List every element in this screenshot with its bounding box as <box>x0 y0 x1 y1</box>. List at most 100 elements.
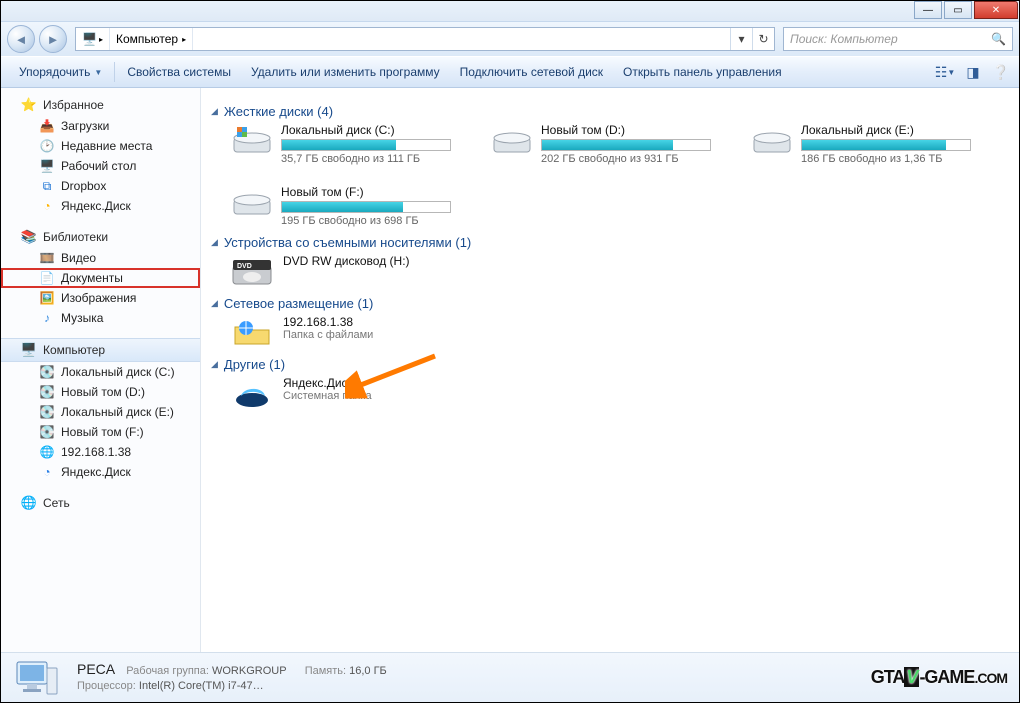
help-button[interactable]: ❔ <box>991 62 1011 82</box>
sidebar-item-drive-d[interactable]: 💽Новый том (D:) <box>1 382 200 402</box>
drive-free: 35,7 ГБ свободно из 111 ГБ <box>281 153 471 165</box>
content-pane[interactable]: ◢Жесткие диски (4) Локальный диск (C:)35… <box>201 88 1019 652</box>
network-location[interactable]: 192.168.1.38Папка с файлами <box>211 315 1003 349</box>
drive-icon: 💽 <box>39 364 55 380</box>
yandexdisk-icon: ◔ <box>39 198 55 214</box>
hard-drive-icon <box>231 185 273 219</box>
yadisk-sub: Системная папка <box>283 390 372 402</box>
star-icon: ⭐ <box>21 97 37 113</box>
sidebar-item-yadisk-drive[interactable]: ◔Яндекс.Диск <box>1 462 200 482</box>
minimize-button[interactable]: — <box>914 1 942 19</box>
svg-text:DVD: DVD <box>237 263 252 270</box>
navigation-sidebar[interactable]: ⭐Избранное 📥Загрузки 🕑Недавние места 🖥️Р… <box>1 88 201 652</box>
sidebar-item-drive-c[interactable]: 💽Локальный диск (C:) <box>1 362 200 382</box>
netloc-sub: Папка с файлами <box>283 329 373 341</box>
search-placeholder: Поиск: Компьютер <box>790 32 898 46</box>
sidebar-network[interactable]: 🌐Сеть <box>1 492 200 514</box>
address-dropdown[interactable]: ▾ <box>730 28 752 50</box>
search-input[interactable]: Поиск: Компьютер 🔍 <box>783 27 1013 51</box>
drive-free: 202 ГБ свободно из 931 ГБ <box>541 153 731 165</box>
dvd-icon: DVD <box>231 254 273 288</box>
network-icon: 🌐 <box>21 495 37 511</box>
yandexdisk-large-icon <box>231 376 273 410</box>
videos-icon: 🎞️ <box>39 250 55 266</box>
documents-icon: 📄 <box>39 270 55 286</box>
hard-drive-icon <box>751 123 793 157</box>
drive-name: Локальный диск (E:) <box>801 123 991 137</box>
breadcrumb-computer[interactable]: Компьютер ▸ <box>110 28 193 50</box>
dropbox-icon: ⧉ <box>39 178 55 194</box>
sidebar-item-dropbox[interactable]: ⧉Dropbox <box>1 176 200 196</box>
maximize-button[interactable]: ▭ <box>944 1 972 19</box>
group-removable[interactable]: ◢Устройства со съемными носителями (1) <box>211 235 1003 250</box>
sidebar-item-drive-e[interactable]: 💽Локальный диск (E:) <box>1 402 200 422</box>
sidebar-item-downloads[interactable]: 📥Загрузки <box>1 116 200 136</box>
sidebar-item-videos[interactable]: 🎞️Видео <box>1 248 200 268</box>
nav-forward-button[interactable]: ► <box>39 25 67 53</box>
sidebar-item-desktop[interactable]: 🖥️Рабочий стол <box>1 156 200 176</box>
group-other[interactable]: ◢Другие (1) <box>211 357 1003 372</box>
view-options-button[interactable]: ☷ ▼ <box>935 62 955 82</box>
drive-free: 195 ГБ свободно из 698 ГБ <box>281 215 471 227</box>
address-refresh[interactable]: ↻ <box>752 28 774 50</box>
status-mem-label: Память: <box>305 665 346 677</box>
drive-icon: 💽 <box>39 404 55 420</box>
recent-icon: 🕑 <box>39 138 55 154</box>
group-hard-drives[interactable]: ◢Жесткие диски (4) <box>211 104 1003 119</box>
hard-drive-icon <box>491 123 533 157</box>
netloc-name: 192.168.1.38 <box>283 315 373 329</box>
music-icon: ♪ <box>39 310 55 326</box>
address-bar[interactable]: 🖥️ ▸ Компьютер ▸ ▾ ↻ <box>75 27 775 51</box>
sidebar-item-yandexdisk[interactable]: ◔Яндекс.Диск <box>1 196 200 216</box>
system-properties-button[interactable]: Свойства системы <box>117 65 241 79</box>
other-yandexdisk[interactable]: Яндекс.ДискСистемная папка <box>211 376 1003 410</box>
uninstall-program-button[interactable]: Удалить или изменить программу <box>241 65 450 79</box>
drive-item[interactable]: Новый том (F:) 195 ГБ свободно из 698 ГБ <box>231 185 471 227</box>
capacity-bar <box>281 139 451 151</box>
drive-name: Новый том (D:) <box>541 123 731 137</box>
drive-name: Новый том (F:) <box>281 185 471 199</box>
body: ⭐Избранное 📥Загрузки 🕑Недавние места 🖥️Р… <box>1 88 1019 652</box>
desktop-icon: 🖥️ <box>39 158 55 174</box>
status-cpu-label: Процессор: <box>77 680 136 692</box>
status-pcname: PECA <box>77 661 115 677</box>
drive-dvd[interactable]: DVD DVD RW дисковод (H:) <box>211 254 1003 288</box>
sidebar-computer[interactable]: 🖥️Компьютер <box>1 338 200 362</box>
window-titlebar: — ▭ ✕ <box>1 1 1019 22</box>
control-panel-button[interactable]: Открыть панель управления <box>613 65 792 79</box>
dvd-label: DVD RW дисковод (H:) <box>283 254 410 268</box>
sidebar-libraries[interactable]: 📚Библиотеки <box>1 226 200 248</box>
drive-item[interactable]: Локальный диск (C:)35,7 ГБ свободно из 1… <box>231 123 471 165</box>
drive-item[interactable]: Локальный диск (E:)186 ГБ свободно из 1,… <box>751 123 991 165</box>
map-network-drive-button[interactable]: Подключить сетевой диск <box>450 65 613 79</box>
group-network[interactable]: ◢Сетевое размещение (1) <box>211 296 1003 311</box>
preview-pane-button[interactable]: ◨ <box>963 62 983 82</box>
status-workgroup-label: Рабочая группа: <box>126 665 209 677</box>
sidebar-item-pictures[interactable]: 🖼️Изображения <box>1 288 200 308</box>
drive-icon: 💽 <box>39 424 55 440</box>
close-button[interactable]: ✕ <box>974 1 1018 19</box>
status-mem: 16,0 ГБ <box>349 665 387 677</box>
hard-drive-icon <box>231 123 273 157</box>
sidebar-item-music[interactable]: ♪Музыка <box>1 308 200 328</box>
network-folder-icon <box>231 315 273 349</box>
yandexdisk-icon: ◔ <box>39 464 55 480</box>
capacity-bar <box>281 201 451 213</box>
organize-button[interactable]: Упорядочить▼ <box>9 65 112 79</box>
sidebar-item-drive-f[interactable]: 💽Новый том (F:) <box>1 422 200 442</box>
capacity-bar <box>541 139 711 151</box>
computer-icon: 🖥️ <box>21 342 37 358</box>
capacity-bar <box>801 139 971 151</box>
nav-back-button[interactable]: ◄ <box>7 25 35 53</box>
navigation-bar: ◄ ► 🖥️ ▸ Компьютер ▸ ▾ ↻ Поиск: Компьюте… <box>1 22 1019 56</box>
pictures-icon: 🖼️ <box>39 290 55 306</box>
status-workgroup: WORKGROUP <box>212 665 286 677</box>
downloads-icon: 📥 <box>39 118 55 134</box>
drive-item[interactable]: Новый том (D:) 202 ГБ свободно из 931 ГБ <box>491 123 731 165</box>
explorer-window: — ▭ ✕ ◄ ► 🖥️ ▸ Компьютер ▸ ▾ ↻ Поиск: Ко… <box>0 0 1020 703</box>
sidebar-favorites[interactable]: ⭐Избранное <box>1 94 200 116</box>
sidebar-item-netloc[interactable]: 🌐192.168.1.38 <box>1 442 200 462</box>
sidebar-item-documents[interactable]: 📄Документы <box>1 268 200 288</box>
address-root-icon[interactable]: 🖥️ ▸ <box>76 28 110 50</box>
sidebar-item-recent[interactable]: 🕑Недавние места <box>1 136 200 156</box>
